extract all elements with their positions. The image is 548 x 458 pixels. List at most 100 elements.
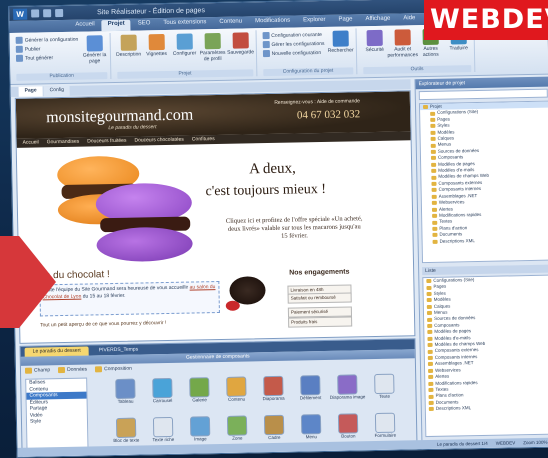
document-tab-le-paradis-du-dessert[interactable]: Le paradis du dessert [24,346,89,357]
page-tab-config[interactable]: Config [43,85,71,97]
folder-icon [431,207,438,212]
component-tableau[interactable]: Tableau [107,378,144,416]
folder-icon [426,311,433,316]
parametres-de-profil-button[interactable]: Paramètres de profil [199,31,226,63]
tab-page[interactable]: Page [332,15,358,26]
folder-icon [430,124,436,129]
configurer-button[interactable]: Configurer [172,31,197,57]
app-logo-icon[interactable]: W [13,8,28,20]
tab-aide[interactable]: Aide [397,14,421,25]
ribbon-group-label: Configuration du projet [262,67,354,77]
tab-projet[interactable]: Projet [101,19,131,32]
tab-affichage[interactable]: Affichage [359,15,396,27]
folder-icon [430,130,436,135]
ribbon-item-gerer-les-configurations[interactable]: Gérer les configurations [262,40,325,49]
site-nav-accueil[interactable]: Accueil [23,138,39,147]
zone-icon [226,415,248,436]
folder-icon [431,188,437,193]
ribbon-button-label: Configurer [172,50,197,57]
gerer-les-configurations-icon [262,40,270,49]
tree-node[interactable]: Descriptions XML [423,236,548,245]
chocolate-text-block[interactable]: Toute l'équipe du Site Gourmand sera heu… [39,280,220,317]
ribbon-item-generer-la-configuration[interactable]: Générer la configuration [15,36,79,44]
category-item[interactable]: Style [27,418,87,426]
page-canvas[interactable]: monsitegourmand.com Le paradis du desser… [14,90,416,344]
filter-composition[interactable]: Composition [95,366,132,373]
component-label: Diaporama [262,395,285,402]
ribbon-button-label: Sécurité [365,46,384,54]
tab-seo[interactable]: SEO [132,19,157,30]
window-title: Site Réalisateur - Édition de pages [97,6,205,16]
tab-modifications[interactable]: Modifications [249,16,296,28]
securite-button[interactable]: Sécurité [362,28,386,53]
ribbon-group-publication: Générer la configuration Publier Tout géné… [12,33,112,81]
ribbon-item-nouvelle-configuration[interactable]: Nouvelle configuration [262,49,325,58]
site-header: monsitegourmand.com Le paradis du desser… [15,91,411,139]
redo-quick-icon[interactable] [55,8,64,18]
configurer-icon [176,33,193,50]
folder-icon [431,162,437,167]
ribbon-group-items: Générer la configuration Publier Tout géné… [15,33,107,74]
checkbox-icon [95,366,103,373]
folder-icon [428,400,434,405]
tab-tous-extensions[interactable]: Tous extensions [157,18,212,30]
ribbon-item-label: Publier [24,45,41,53]
parametres-de-profil-icon [204,32,221,50]
filter-donnees[interactable]: Données [58,367,87,374]
tree-node-label: Descriptions XML [439,237,475,244]
vignettes-button[interactable]: Vignettes [144,32,168,57]
component-texte[interactable]: Texte [366,373,403,412]
component-contenu[interactable]: Contenu [218,376,255,414]
tab-contenu[interactable]: Contenu [213,17,248,29]
folder-icon [431,169,437,174]
filter-label: Composition [104,365,132,373]
ribbon-item-configuration-courante[interactable]: Configuration courante [262,31,324,40]
page-tab-page[interactable]: Page [18,86,43,97]
component-diaporama[interactable]: Diaporama [255,375,292,414]
hero-offer-text[interactable]: Cliquez ici et profitez de l'offre spéci… [224,215,364,242]
diaporama-image-icon [337,374,358,395]
ribbon-button-label: Générer la page [82,52,107,65]
tab-explorer[interactable]: Explorer [297,16,332,28]
screenshot-stage: W Site Réalisateur - Édition de pages Ac… [0,0,548,458]
tout-generer-icon [15,54,24,62]
webdev-window: W Site Réalisateur - Édition de pages Ac… [8,0,548,458]
filter-champ[interactable]: Champ [24,367,51,374]
generer-la-page-button[interactable]: Générer la page [82,33,107,64]
undo-quick-icon[interactable] [43,9,52,18]
phone-number: 04 67 032 032 [296,108,361,122]
save-quick-icon[interactable] [31,9,40,18]
ribbon-item-publier[interactable]: Publier [15,45,79,53]
engagement-item: Produits frais [288,316,353,328]
document-tab-piverds-temps[interactable]: PIVERDS_Temps [91,345,147,355]
component-diaporama-image[interactable]: Diaporama image [329,374,366,412]
chocolate-text-end: du 15 au 18 février. [82,292,126,300]
ribbon-item-label: Gérer les configurations [271,40,325,48]
site-nav-confitures[interactable]: Confitures [192,135,215,144]
engagement-item: Paiement sécurisé [287,306,353,318]
folder-icon [432,213,438,219]
component-defilement[interactable]: Défilement [292,375,329,413]
list-separator: Liste [422,264,548,276]
ribbon-group-items: Description Vignettes Configurer Paramètres… [116,30,254,72]
component-carrousel[interactable]: Carrousel [144,377,181,416]
ribbon-group-configuration-du-projet: Configuration courante Gérer les configur… [259,28,358,77]
description-button[interactable]: Description [116,32,141,58]
tab-accueil[interactable]: Accueil [69,20,101,32]
component-galerie[interactable]: Galerie [181,377,218,415]
configuration-courante-icon [262,31,270,40]
bouton-icon [337,413,359,434]
chocolate-cake-image [221,267,274,317]
folder-icon [431,181,437,186]
audit-et-performances-button[interactable]: Audit et performances [387,27,418,59]
component-label: Galerie [192,397,207,403]
filter-label: Champ [33,367,51,374]
list-node[interactable]: Descriptions XML [426,404,548,413]
explorer-search-input[interactable] [418,88,548,101]
folder-icon [428,368,434,373]
rechercher-button[interactable]: Rechercher [328,28,354,54]
hero-banner[interactable]: A deux, c'est toujours mieux ! Cliquez i… [17,140,413,268]
sauvegarde-button[interactable]: Sauvegarde [227,30,254,56]
ribbon-item-tout-generer[interactable]: Tout générer [15,54,79,62]
ribbon-button-label: Paramètres de profil [199,49,226,63]
